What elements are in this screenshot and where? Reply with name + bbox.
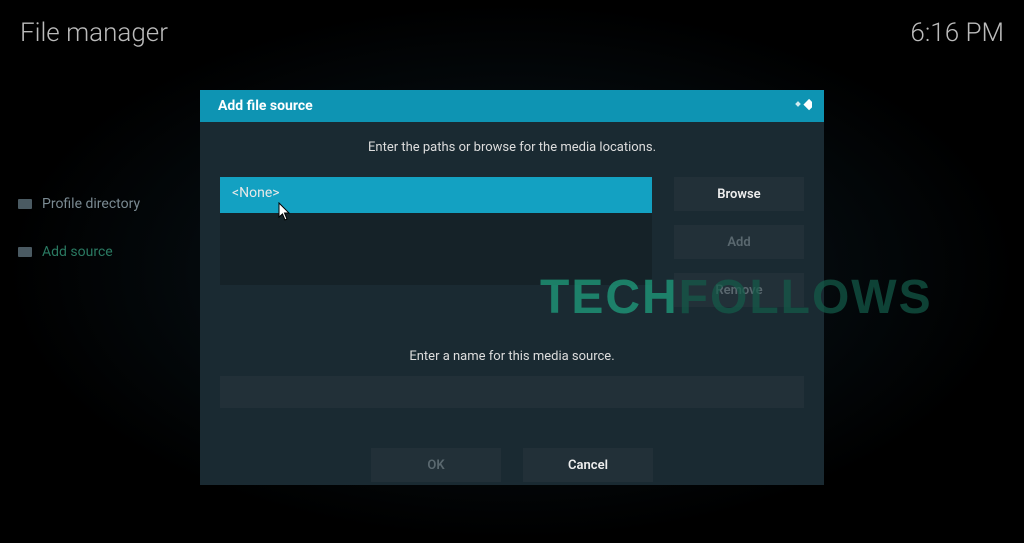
paths-row: <None> Browse Add Remove <box>220 177 804 307</box>
sidebar: Profile directory Add source <box>18 190 178 286</box>
dialog-title: Add file source <box>218 98 313 114</box>
folder-icon <box>18 247 32 257</box>
source-name-input[interactable] <box>220 376 804 408</box>
instruction-name: Enter a name for this media source. <box>220 349 804 364</box>
dialog-header: Add file source <box>200 90 824 122</box>
path-entry-text: <None> <box>232 185 280 201</box>
topbar: File manager 6:16 PM <box>20 18 1004 48</box>
dialog-footer: OK Cancel <box>220 448 804 482</box>
browse-button[interactable]: Browse <box>674 177 804 211</box>
remove-button[interactable]: Remove <box>674 273 804 307</box>
path-entry[interactable]: <None> <box>220 177 652 213</box>
clock: 6:16 PM <box>910 18 1004 48</box>
paths-list[interactable]: <None> <box>220 177 652 285</box>
kodi-logo-icon <box>792 96 812 116</box>
cancel-button[interactable]: Cancel <box>523 448 653 482</box>
cursor-icon <box>278 202 294 226</box>
sidebar-item-add-source[interactable]: Add source <box>18 238 178 266</box>
ok-button[interactable]: OK <box>371 448 501 482</box>
sidebar-item-label: Add source <box>42 244 113 260</box>
sidebar-item-profile-directory[interactable]: Profile directory <box>18 190 178 218</box>
add-file-source-dialog: Add file source Enter the paths or brows… <box>200 90 824 485</box>
sidebar-item-label: Profile directory <box>42 196 140 212</box>
add-button[interactable]: Add <box>674 225 804 259</box>
instruction-paths: Enter the paths or browse for the media … <box>220 140 804 155</box>
page-title: File manager <box>20 18 168 48</box>
folder-icon <box>18 199 32 209</box>
side-buttons: Browse Add Remove <box>674 177 804 307</box>
dialog-body: Enter the paths or browse for the media … <box>200 122 824 482</box>
